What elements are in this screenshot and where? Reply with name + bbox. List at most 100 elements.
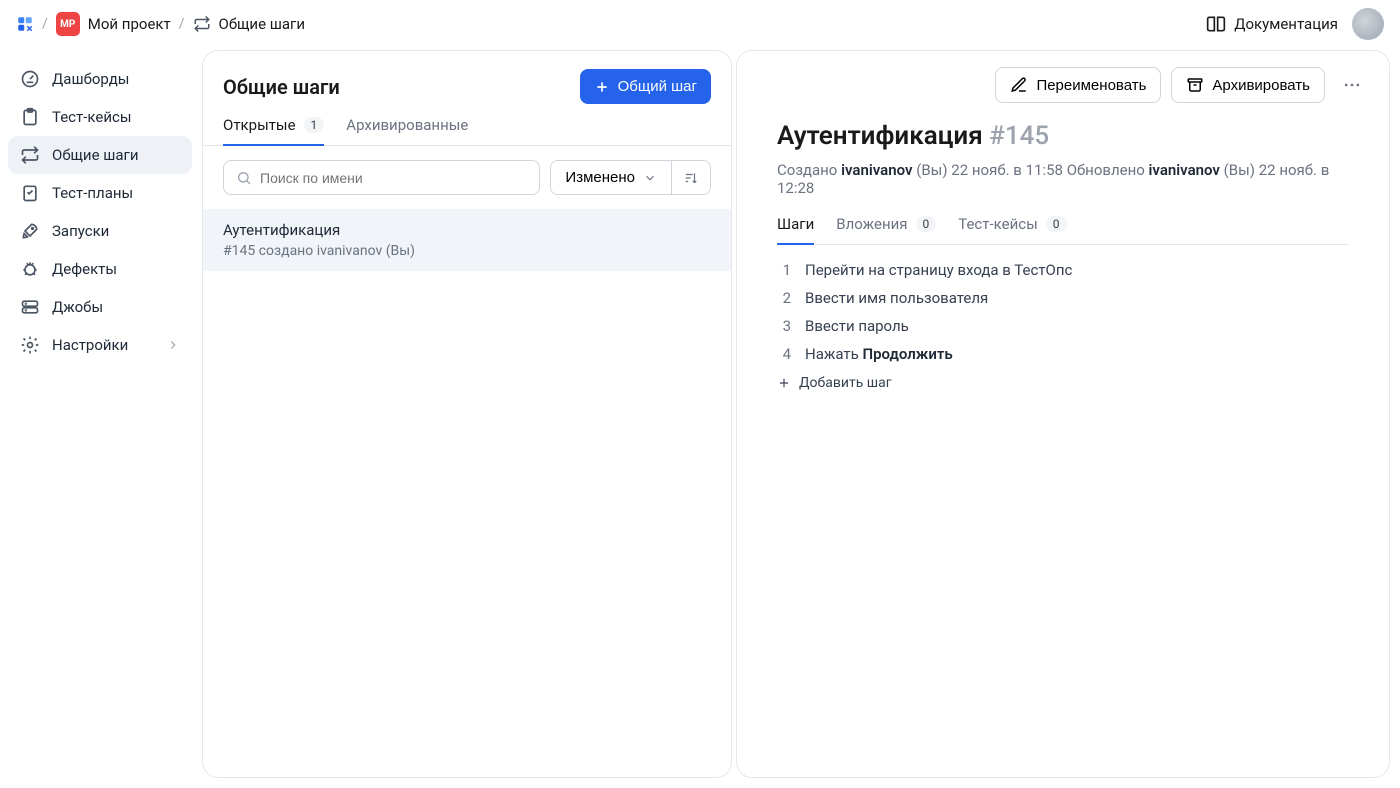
detail-id: #145	[989, 121, 1049, 151]
documentation-label: Документация	[1234, 15, 1338, 33]
tab-attachments[interactable]: Вложения 0	[836, 215, 936, 245]
app-logo-icon[interactable]	[16, 15, 34, 33]
sidebar-item-shared-steps[interactable]: Общие шаги	[8, 136, 192, 174]
add-step-button[interactable]: Добавить шаг	[777, 375, 1349, 391]
step-number: 2	[777, 289, 791, 307]
detail-meta: Создано ivanivanov (Вы) 22 нояб. в 11:58…	[777, 161, 1349, 197]
documentation-link[interactable]: Документация	[1206, 14, 1338, 34]
sort-label: Изменено	[565, 169, 635, 186]
sidebar-item-defects[interactable]: Дефекты	[8, 250, 192, 288]
search-box[interactable]	[223, 160, 540, 195]
sidebar-item-testcases[interactable]: Тест-кейсы	[8, 98, 192, 136]
tab-steps[interactable]: Шаги	[777, 215, 814, 245]
checklist-icon	[20, 183, 40, 203]
tab-count: 0	[916, 216, 937, 232]
sidebar-item-launches[interactable]: Запуски	[8, 212, 192, 250]
detail-title: Аутентификация #145	[777, 121, 1349, 151]
sort-direction-button[interactable]	[671, 161, 710, 194]
tab-count: 1	[304, 117, 325, 133]
sidebar-item-dashboards[interactable]: Дашборды	[8, 60, 192, 98]
list-tabs: Открытые 1 Архивированные	[203, 112, 731, 146]
step-number: 4	[777, 345, 791, 363]
tab-label: Вложения	[836, 215, 907, 233]
chevron-right-icon	[166, 338, 180, 352]
sort-field-button[interactable]: Изменено	[551, 161, 671, 194]
rename-label: Переименовать	[1036, 77, 1146, 94]
tab-testcases[interactable]: Тест-кейсы 0	[958, 215, 1066, 245]
step-row[interactable]: 2 Ввести имя пользователя	[777, 289, 1349, 307]
rocket-icon	[20, 221, 40, 241]
breadcrumb-current: Общие шаги	[219, 15, 306, 33]
sidebar-item-label: Настройки	[52, 336, 128, 354]
tab-label: Открытые	[223, 116, 296, 134]
list-title: Общие шаги	[223, 75, 340, 99]
archive-icon	[1186, 76, 1204, 94]
edit-icon	[1010, 76, 1028, 94]
top-bar: / MP Мой проект / Общие шаги Документаци…	[0, 0, 1400, 48]
sidebar-item-label: Запуски	[52, 222, 109, 240]
add-step-label: Добавить шаг	[799, 375, 892, 391]
search-input[interactable]	[260, 170, 527, 186]
step-row[interactable]: 3 Ввести пароль	[777, 317, 1349, 335]
archive-label: Архивировать	[1212, 77, 1310, 94]
step-number: 3	[777, 317, 791, 335]
create-btn-label: Общий шаг	[618, 78, 697, 95]
search-icon	[236, 170, 252, 186]
shared-steps-icon	[193, 15, 211, 33]
step-text: Ввести пароль	[805, 317, 909, 335]
tab-archived[interactable]: Архивированные	[346, 116, 468, 146]
step-text: Перейти на страницу входа в ТестОпс	[805, 261, 1072, 279]
gauge-icon	[20, 69, 40, 89]
sidebar-item-testplans[interactable]: Тест-планы	[8, 174, 192, 212]
tab-count: 0	[1046, 216, 1067, 232]
sidebar: Дашборды Тест-кейсы Общие шаги Тест-план…	[0, 48, 200, 788]
sort-icon	[684, 171, 698, 185]
breadcrumb-project-link[interactable]: Мой проект	[88, 15, 171, 33]
sidebar-item-settings[interactable]: Настройки	[8, 326, 192, 364]
sidebar-item-label: Дефекты	[52, 260, 117, 278]
server-icon	[20, 297, 40, 317]
sidebar-item-label: Джобы	[52, 298, 103, 316]
clipboard-icon	[20, 107, 40, 127]
chevron-down-icon	[643, 171, 657, 185]
gear-icon	[20, 335, 40, 355]
list-pane: Общие шаги Общий шаг Открытые 1 Архивиро…	[202, 50, 732, 778]
breadcrumb-sep: /	[179, 16, 185, 32]
shared-steps-icon	[20, 145, 40, 165]
archive-button[interactable]: Архивировать	[1171, 67, 1325, 103]
more-actions-button[interactable]	[1335, 68, 1369, 102]
list-item[interactable]: Аутентификация #145 создано ivanivanov (…	[203, 209, 731, 271]
sidebar-item-jobs[interactable]: Джобы	[8, 288, 192, 326]
list-items: Аутентификация #145 создано ivanivanov (…	[203, 209, 731, 777]
detail-pane: Переименовать Архивировать Аутентификаци…	[736, 50, 1390, 778]
tab-label: Шаги	[777, 215, 814, 233]
sort-group: Изменено	[550, 160, 711, 195]
step-number: 1	[777, 261, 791, 279]
detail-tabs: Шаги Вложения 0 Тест-кейсы 0	[777, 215, 1349, 245]
tab-label: Тест-кейсы	[958, 215, 1038, 233]
rename-button[interactable]: Переименовать	[995, 67, 1161, 103]
step-text: Нажать Продолжить	[805, 345, 953, 363]
plus-icon	[594, 79, 610, 95]
detail-title-text: Аутентификация	[777, 121, 983, 151]
book-icon	[1206, 14, 1226, 34]
plus-icon	[777, 376, 791, 390]
list-item-subtitle: #145 создано ivanivanov (Вы)	[223, 243, 711, 259]
sidebar-item-label: Дашборды	[52, 70, 129, 88]
more-horizontal-icon	[1342, 75, 1362, 95]
breadcrumb-sep: /	[42, 16, 48, 32]
tab-label: Архивированные	[346, 116, 468, 134]
sidebar-item-label: Общие шаги	[52, 146, 139, 164]
sidebar-item-label: Тест-планы	[52, 184, 133, 202]
list-item-title: Аутентификация	[223, 221, 711, 239]
tab-open[interactable]: Открытые 1	[223, 116, 324, 146]
step-row[interactable]: 4 Нажать Продолжить	[777, 345, 1349, 363]
project-badge[interactable]: MP	[56, 12, 80, 36]
step-row[interactable]: 1 Перейти на страницу входа в ТестОпс	[777, 261, 1349, 279]
breadcrumb: / MP Мой проект / Общие шаги	[16, 12, 305, 36]
user-avatar[interactable]	[1352, 8, 1384, 40]
steps-list: 1 Перейти на страницу входа в ТестОпс 2 …	[777, 261, 1349, 363]
create-shared-step-button[interactable]: Общий шаг	[580, 69, 711, 104]
bug-icon	[20, 259, 40, 279]
sidebar-item-label: Тест-кейсы	[52, 108, 132, 126]
